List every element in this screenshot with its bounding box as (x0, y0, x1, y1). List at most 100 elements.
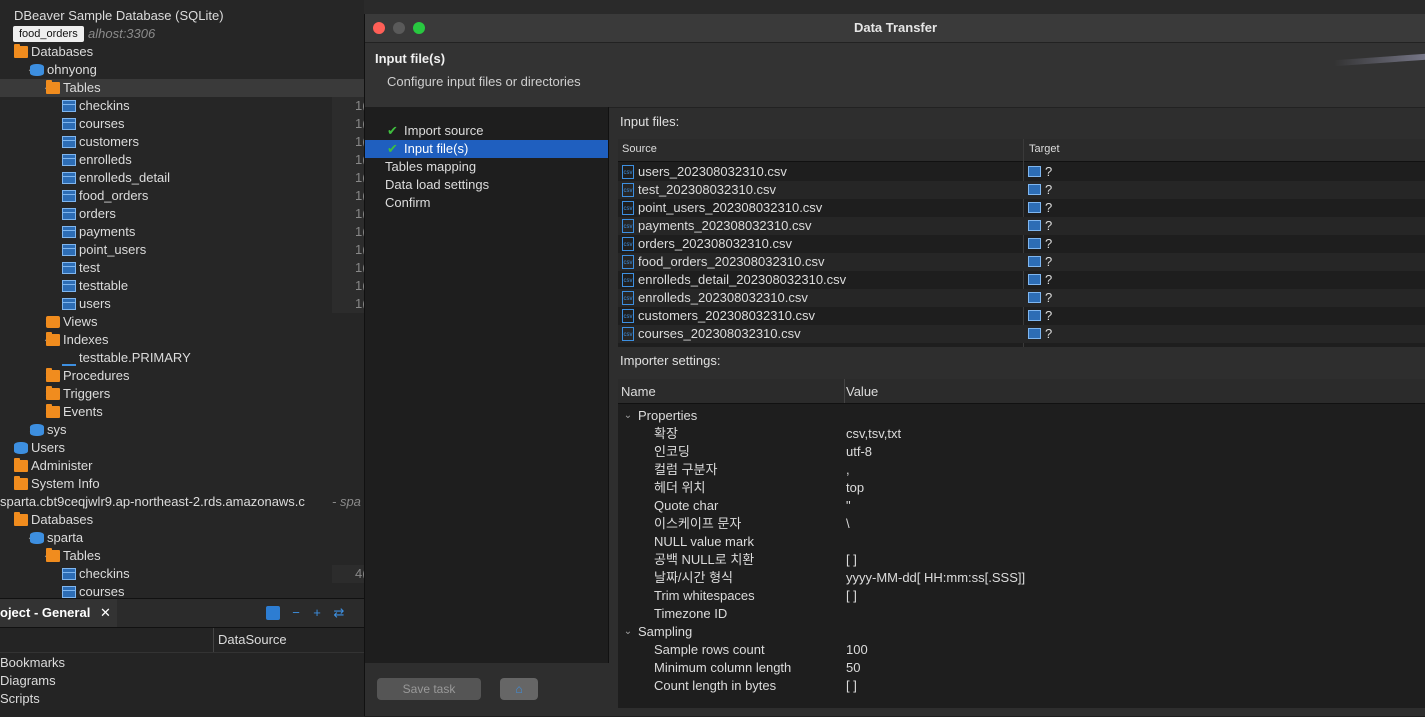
settings-row[interactable]: 이스케이프 문자 \ (618, 515, 1425, 533)
tree-item[interactable]: ›Views (0, 313, 364, 331)
tree-item[interactable]: ›Events (0, 403, 364, 421)
expand-icon[interactable]: + (310, 606, 324, 620)
tree-item[interactable]: testtable.PRIMARY (0, 349, 364, 367)
tree-item[interactable]: ›Triggers (0, 385, 364, 403)
page-subtitle: Configure input files or directories (387, 74, 581, 89)
tree-item[interactable]: ›checkins1( (0, 97, 364, 115)
setting-value[interactable]: [ ] (846, 677, 857, 695)
settings-row[interactable]: 컬럼 구분자, (618, 461, 1425, 479)
settings-row[interactable]: NULL value mark (618, 533, 1425, 551)
wizard-step[interactable]: Confirm (365, 194, 608, 212)
chevron-down-icon[interactable]: ⌄ (622, 407, 634, 425)
view-icon (46, 316, 60, 328)
settings-row[interactable]: 인코딩 utf-8 (618, 443, 1425, 461)
settings-group[interactable]: ⌄ Sampling (618, 623, 1425, 641)
settings-row[interactable]: Count length in bytes [ ] (618, 677, 1425, 695)
file-row[interactable]: csv customers_202308032310.csv? (618, 307, 1425, 325)
settings-row[interactable]: 공백 NULL로 치환 [ ] (618, 551, 1425, 569)
collapse-icon[interactable]: − (289, 606, 303, 620)
wizard-step[interactable]: Tables mapping (365, 158, 608, 176)
close-icon[interactable]: ✕ (100, 605, 111, 620)
tree-item[interactable]: ›food_orders1( (0, 187, 364, 205)
tree-item[interactable]: ›test1( (0, 259, 364, 277)
importer-settings-table[interactable]: Name Value ⌄ Properties 확장 csv,tsv,txt 인코딩 ut… (618, 379, 1425, 708)
folder-icon (46, 80, 60, 94)
project-item[interactable]: Bookmarks (0, 655, 65, 670)
file-row[interactable]: csv food_orders_202308032310.csv? (618, 253, 1425, 271)
tree-item[interactable]: ›testtable1( (0, 277, 364, 295)
chevron-down-icon[interactable]: ⌄ (622, 623, 634, 641)
tree-item[interactable]: Administer (0, 457, 364, 475)
settings-row[interactable]: Trim whitespaces [ ] (618, 587, 1425, 605)
input-files-table[interactable]: Source Target csv users_202308032310.csv?… (618, 139, 1425, 347)
tree-item[interactable]: ›checkins4( (0, 565, 364, 583)
table-icon (62, 262, 76, 274)
tree-item[interactable]: ⌄sparta (0, 529, 364, 547)
file-row[interactable]: csv test_202308032310.csv? (618, 181, 1425, 199)
settings-table-header: Name Value (618, 379, 1425, 404)
tree-item[interactable]: ›customers1( (0, 133, 364, 151)
setting-value[interactable]: top (846, 479, 864, 497)
setting-value[interactable]: utf-8 (846, 443, 872, 461)
tree-item[interactable]: ⌄Tables (0, 79, 364, 97)
tree-item[interactable]: DBeaver Sample Database (SQLite) (0, 7, 364, 25)
file-row[interactable]: csv users_202308032310.csv? (618, 163, 1425, 181)
wizard-step[interactable]: Data load settings (365, 176, 608, 194)
tree-item[interactable]: ⌄ohnyong (0, 61, 364, 79)
file-row[interactable]: csv orders_202308032310.csv? (618, 235, 1425, 253)
setting-value[interactable]: 100 (846, 641, 868, 659)
tree-item[interactable]: sparta.cbt9ceqjwlr9.ap-northeast-2.rds.a… (0, 493, 364, 511)
setting-value[interactable]: " (846, 497, 851, 515)
settings-group[interactable]: ⌄ Properties (618, 407, 1425, 425)
settings-row[interactable]: 확장 csv,tsv,txt (618, 425, 1425, 443)
settings-row[interactable]: Timezone ID (618, 605, 1425, 623)
folder-icon (46, 386, 60, 400)
tree-item[interactable]: ›enrolleds1( (0, 151, 364, 169)
sync-icon[interactable]: ⇄ (332, 606, 346, 620)
link-icon[interactable] (266, 606, 280, 620)
tree-item[interactable]: ›orders1( (0, 205, 364, 223)
tree-item[interactable]: ›Procedures (0, 367, 364, 385)
save-task-button[interactable]: Save task (377, 678, 481, 700)
tree-item[interactable]: ›sys (0, 421, 364, 439)
file-row[interactable]: csv point_users_202308032310.csv? (618, 199, 1425, 217)
setting-value[interactable]: [ ] (846, 587, 857, 605)
file-row[interactable]: csv enrolleds_detail_202308032310.csv? (618, 271, 1425, 289)
tree-item[interactable]: ⌄Tables (0, 547, 364, 565)
tree-item-label: testtable (79, 278, 129, 293)
tree-item[interactable]: ›courses1( (0, 115, 364, 133)
tree-item[interactable]: System Info (0, 475, 364, 493)
settings-row[interactable]: Minimum column length 50 (618, 659, 1425, 677)
setting-value[interactable]: 50 (846, 659, 860, 677)
tree-item[interactable]: ⌄Indexes (0, 331, 364, 349)
row-count: 1( (355, 224, 364, 239)
tree-item[interactable]: ›payments1( (0, 223, 364, 241)
setting-value[interactable]: csv,tsv,txt (846, 425, 901, 443)
project-item[interactable]: Diagrams (0, 673, 56, 688)
tree-item[interactable]: Users (0, 439, 364, 457)
file-row[interactable]: csv payments_202308032310.csv? (618, 217, 1425, 235)
settings-row[interactable]: 헤더 위치 top (618, 479, 1425, 497)
setting-value[interactable]: [ ] (846, 551, 857, 569)
table-icon (62, 208, 76, 220)
tree-item[interactable]: ›users1( (0, 295, 364, 313)
settings-row[interactable]: Sample rows count 100 (618, 641, 1425, 659)
setting-value[interactable]: yyyy-MM-dd[ HH:mm:ss[.SSS]] (846, 569, 1025, 587)
project-item[interactable]: Scripts (0, 691, 40, 706)
setting-value[interactable]: , (846, 461, 850, 479)
file-row[interactable]: csv courses_202308032310.csv? (618, 325, 1425, 343)
tree-item[interactable]: Databases (0, 43, 364, 61)
setting-value[interactable]: \ (846, 515, 850, 533)
wizard-step[interactable]: ✔ Import source (365, 122, 608, 140)
tree-item[interactable]: Databases (0, 511, 364, 529)
task-icon-button[interactable]: ⌂ (500, 678, 538, 700)
settings-row[interactable]: 날짜/시간 형식 yyyy-MM-dd[ HH:mm:ss[.SSS]] (618, 569, 1425, 587)
table-icon (62, 190, 76, 202)
project-tab[interactable]: oject - General ✕ (0, 599, 117, 627)
tree-item[interactable]: ›courses (0, 583, 364, 598)
tree-item[interactable]: ›point_users1( (0, 241, 364, 259)
file-row[interactable]: csv enrolleds_202308032310.csv? (618, 289, 1425, 307)
wizard-step[interactable]: ✔ Input file(s) (365, 140, 608, 158)
settings-row[interactable]: Quote char " (618, 497, 1425, 515)
tree-item[interactable]: ›enrolleds_detail1( (0, 169, 364, 187)
